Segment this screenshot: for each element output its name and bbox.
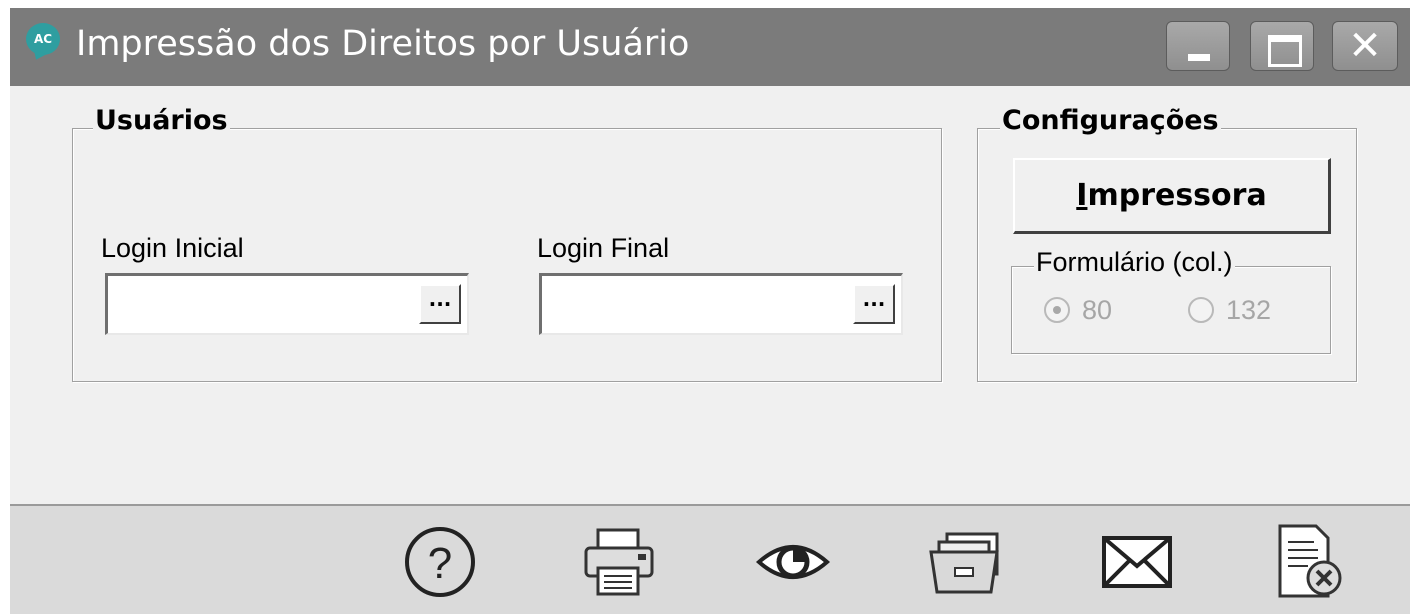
help-icon: ? xyxy=(405,527,475,597)
login-inicial-label: Login Inicial xyxy=(101,233,244,263)
radio-80[interactable] xyxy=(1044,297,1070,323)
login-final-field[interactable]: ... xyxy=(539,273,903,335)
close-report-icon xyxy=(1278,524,1342,598)
radio-132[interactable] xyxy=(1188,297,1214,323)
svg-text:?: ? xyxy=(428,539,452,588)
printer-icon xyxy=(584,528,654,596)
print-button[interactable] xyxy=(580,522,660,602)
maximize-icon xyxy=(1268,35,1302,67)
minimize-icon xyxy=(1188,54,1210,61)
impressora-button[interactable]: Impressora xyxy=(1013,158,1331,234)
radio-80-dot xyxy=(1053,306,1061,314)
maximize-button[interactable] xyxy=(1250,21,1314,71)
email-button[interactable] xyxy=(1098,522,1178,602)
window: AC Impressão dos Direitos por Usuário ✕ … xyxy=(10,8,1410,614)
title-bar[interactable]: AC Impressão dos Direitos por Usuário ✕ xyxy=(10,8,1410,86)
open-folder-icon xyxy=(929,532,999,594)
login-inicial-field[interactable]: ... xyxy=(105,273,469,335)
app-icon: AC xyxy=(26,23,60,55)
email-icon xyxy=(1102,536,1172,588)
usuarios-group: Usuários Login Inicial Login Final ... .… xyxy=(72,105,942,382)
close-button[interactable]: ✕ xyxy=(1332,21,1398,71)
formulario-group: Formulário (col.) 80 132 xyxy=(1011,247,1331,354)
configuracoes-legend: Configurações xyxy=(1000,105,1221,136)
close-icon: ✕ xyxy=(1348,23,1382,69)
impressora-label: Impressora xyxy=(1076,178,1267,213)
minimize-button[interactable] xyxy=(1166,21,1230,71)
bottom-toolbar: ? xyxy=(10,504,1410,614)
formulario-legend: Formulário (col.) xyxy=(1034,247,1235,278)
login-inicial-lookup-button[interactable]: ... xyxy=(419,284,461,324)
radio-80-label: 80 xyxy=(1082,295,1113,325)
radio-132-label: 132 xyxy=(1226,295,1272,325)
window-title: Impressão dos Direitos por Usuário xyxy=(76,24,690,64)
help-button[interactable]: ? xyxy=(400,522,480,602)
close-report-button[interactable] xyxy=(1268,522,1348,602)
preview-button[interactable] xyxy=(753,522,833,602)
app-icon-text: AC xyxy=(33,32,53,46)
login-final-label: Login Final xyxy=(537,233,670,263)
open-button[interactable] xyxy=(925,522,1005,602)
usuarios-legend: Usuários xyxy=(93,105,230,136)
login-final-lookup-button[interactable]: ... xyxy=(853,284,895,324)
client-area: Usuários Login Inicial Login Final ... .… xyxy=(10,86,1410,504)
preview-eye-icon xyxy=(755,545,831,579)
